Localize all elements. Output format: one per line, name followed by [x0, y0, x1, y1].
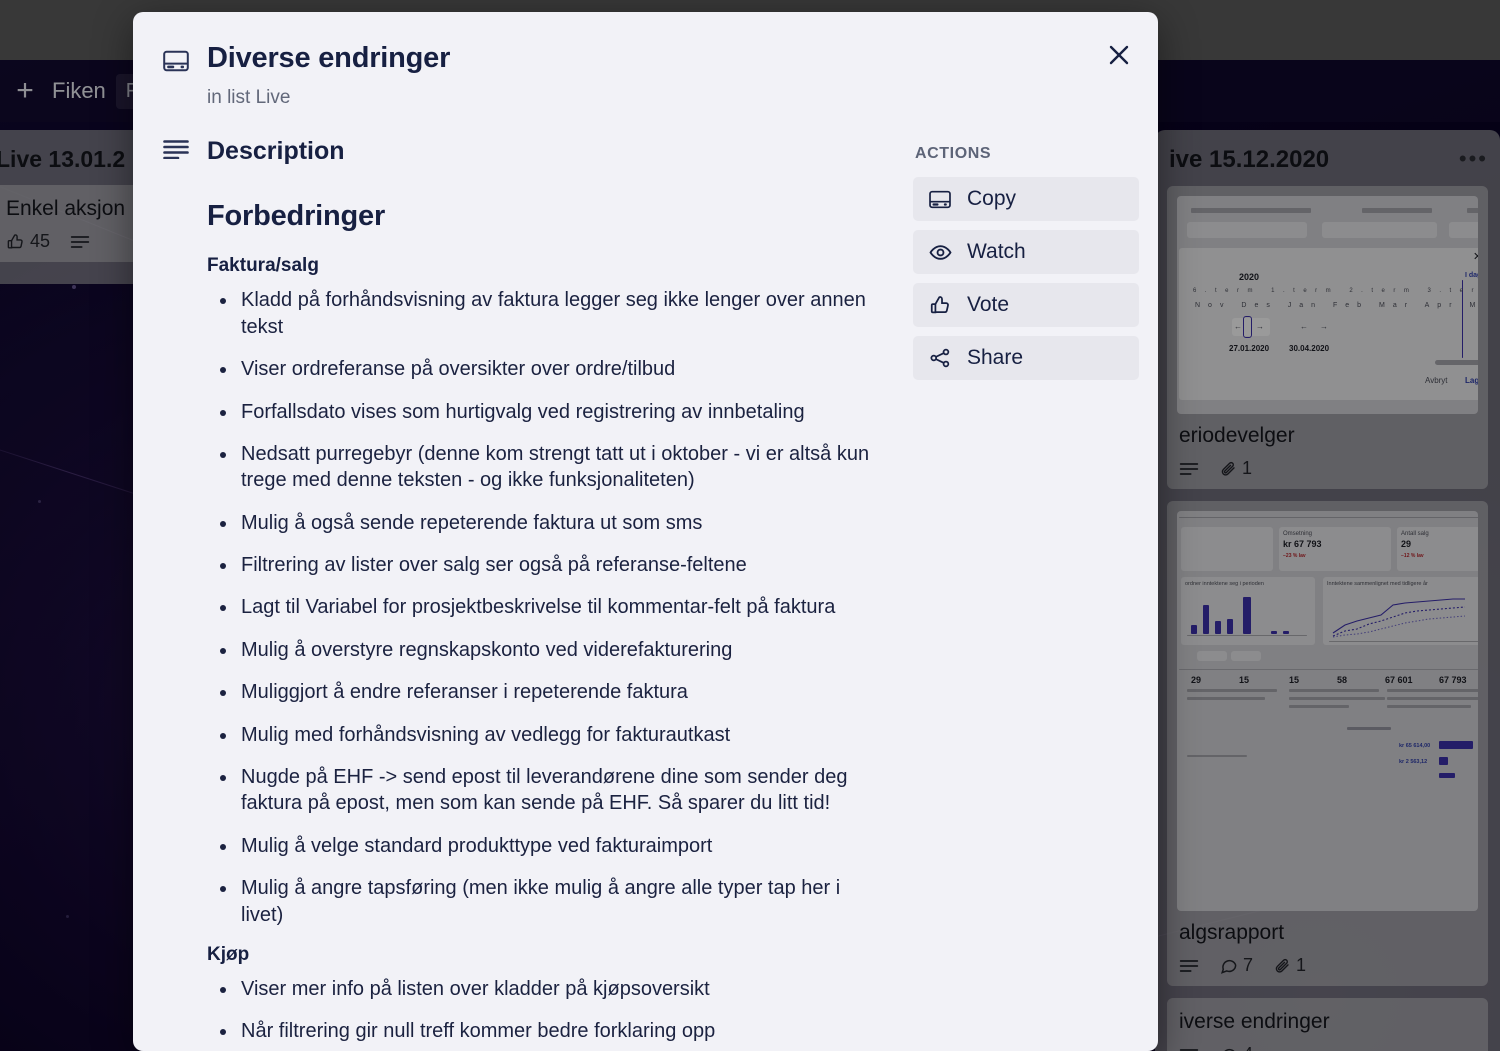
thumbs-up-icon: [929, 293, 953, 317]
action-copy-button[interactable]: Copy: [913, 177, 1139, 222]
list-item: Mulig å overstyre regnskapskonto ved vid…: [207, 637, 877, 663]
close-icon-glyph: [1109, 45, 1129, 65]
card-window-icon-glyph: [163, 50, 189, 72]
action-label: Watch: [967, 240, 1026, 264]
list-item: Filtrering av lister over salg ser også …: [207, 552, 877, 578]
description-list: Viser mer info på listen over kladder på…: [207, 976, 883, 1051]
list-item: Mulig å angre tapsføring (men ikke mulig…: [207, 875, 877, 928]
modal-header-text: Diverse endringer in list Live: [207, 42, 450, 109]
close-icon[interactable]: [1098, 34, 1140, 76]
list-item: Lagt til Variabel for prosjektbeskrivels…: [207, 594, 877, 620]
list-item: Når filtrering gir null treff kommer bed…: [207, 1018, 877, 1044]
list-item: Viser ordreferanse på oversikter over or…: [207, 356, 877, 382]
actions-column: ACTIONS Copy Watch Vote Share: [913, 137, 1158, 1051]
card-detail-modal: Diverse endringer in list Live Descripti…: [133, 12, 1158, 1051]
eye-icon: [929, 240, 953, 264]
action-watch-button[interactable]: Watch: [913, 230, 1139, 275]
list-item: Kladd på forhåndsvisning av faktura legg…: [207, 287, 877, 340]
list-item: Muliggjort å endre referanser i repetere…: [207, 679, 877, 705]
action-vote-button[interactable]: Vote: [913, 283, 1139, 328]
list-item: Mulig å også sende repeterende faktura u…: [207, 510, 877, 536]
card-window-icon: [163, 42, 191, 109]
actions-title: ACTIONS: [915, 145, 992, 163]
description-column: Description Forbedringer Faktura/salg Kla…: [163, 137, 883, 1051]
list-item: Mulig med forhåndsvisning av vedlegg for…: [207, 722, 877, 748]
description-sections: Faktura/salg Kladd på forhåndsvisning av …: [207, 255, 883, 1051]
description-lines-icon: [163, 139, 191, 164]
description-label: Description: [207, 137, 345, 166]
share-nodes-icon: [929, 346, 953, 370]
modal-header: Diverse endringer in list Live: [133, 12, 1158, 109]
list-item: Forfallsdato vises som hurtigvalg ved re…: [207, 399, 877, 425]
action-share-button[interactable]: Share: [913, 336, 1139, 381]
page-title: Diverse endringer: [207, 42, 451, 74]
list-item: Viser mer info på listen over kladder på…: [207, 976, 877, 1002]
card-window-icon: [929, 187, 953, 211]
list-item: Nugde på EHF -> send epost til leverandø…: [207, 764, 877, 817]
card-list-breadcrumb[interactable]: in list Live: [207, 87, 450, 109]
description-subheading: Kjøp: [207, 943, 250, 965]
actions-list: Copy Watch Vote Share: [913, 177, 1158, 381]
description-content[interactable]: Forbedringer Faktura/salg Kladd på forhån…: [163, 200, 883, 1051]
action-label: Share: [967, 346, 1024, 370]
description-subheading: Faktura/salg: [207, 255, 319, 277]
description-list: Kladd på forhåndsvisning av faktura legg…: [207, 287, 883, 928]
list-item: Nedsatt purregebyr (denne kom strengt ta…: [207, 441, 877, 494]
modal-body: Description Forbedringer Faktura/salg Kla…: [133, 137, 1158, 1051]
action-label: Copy: [967, 187, 1017, 211]
description-header: Description: [163, 137, 883, 166]
description-heading: Forbedringer: [207, 200, 386, 233]
description-lines-icon-glyph: [163, 140, 189, 160]
list-item: Mulig å velge standard produkttype ved f…: [207, 833, 877, 859]
action-label: Vote: [967, 293, 1010, 317]
